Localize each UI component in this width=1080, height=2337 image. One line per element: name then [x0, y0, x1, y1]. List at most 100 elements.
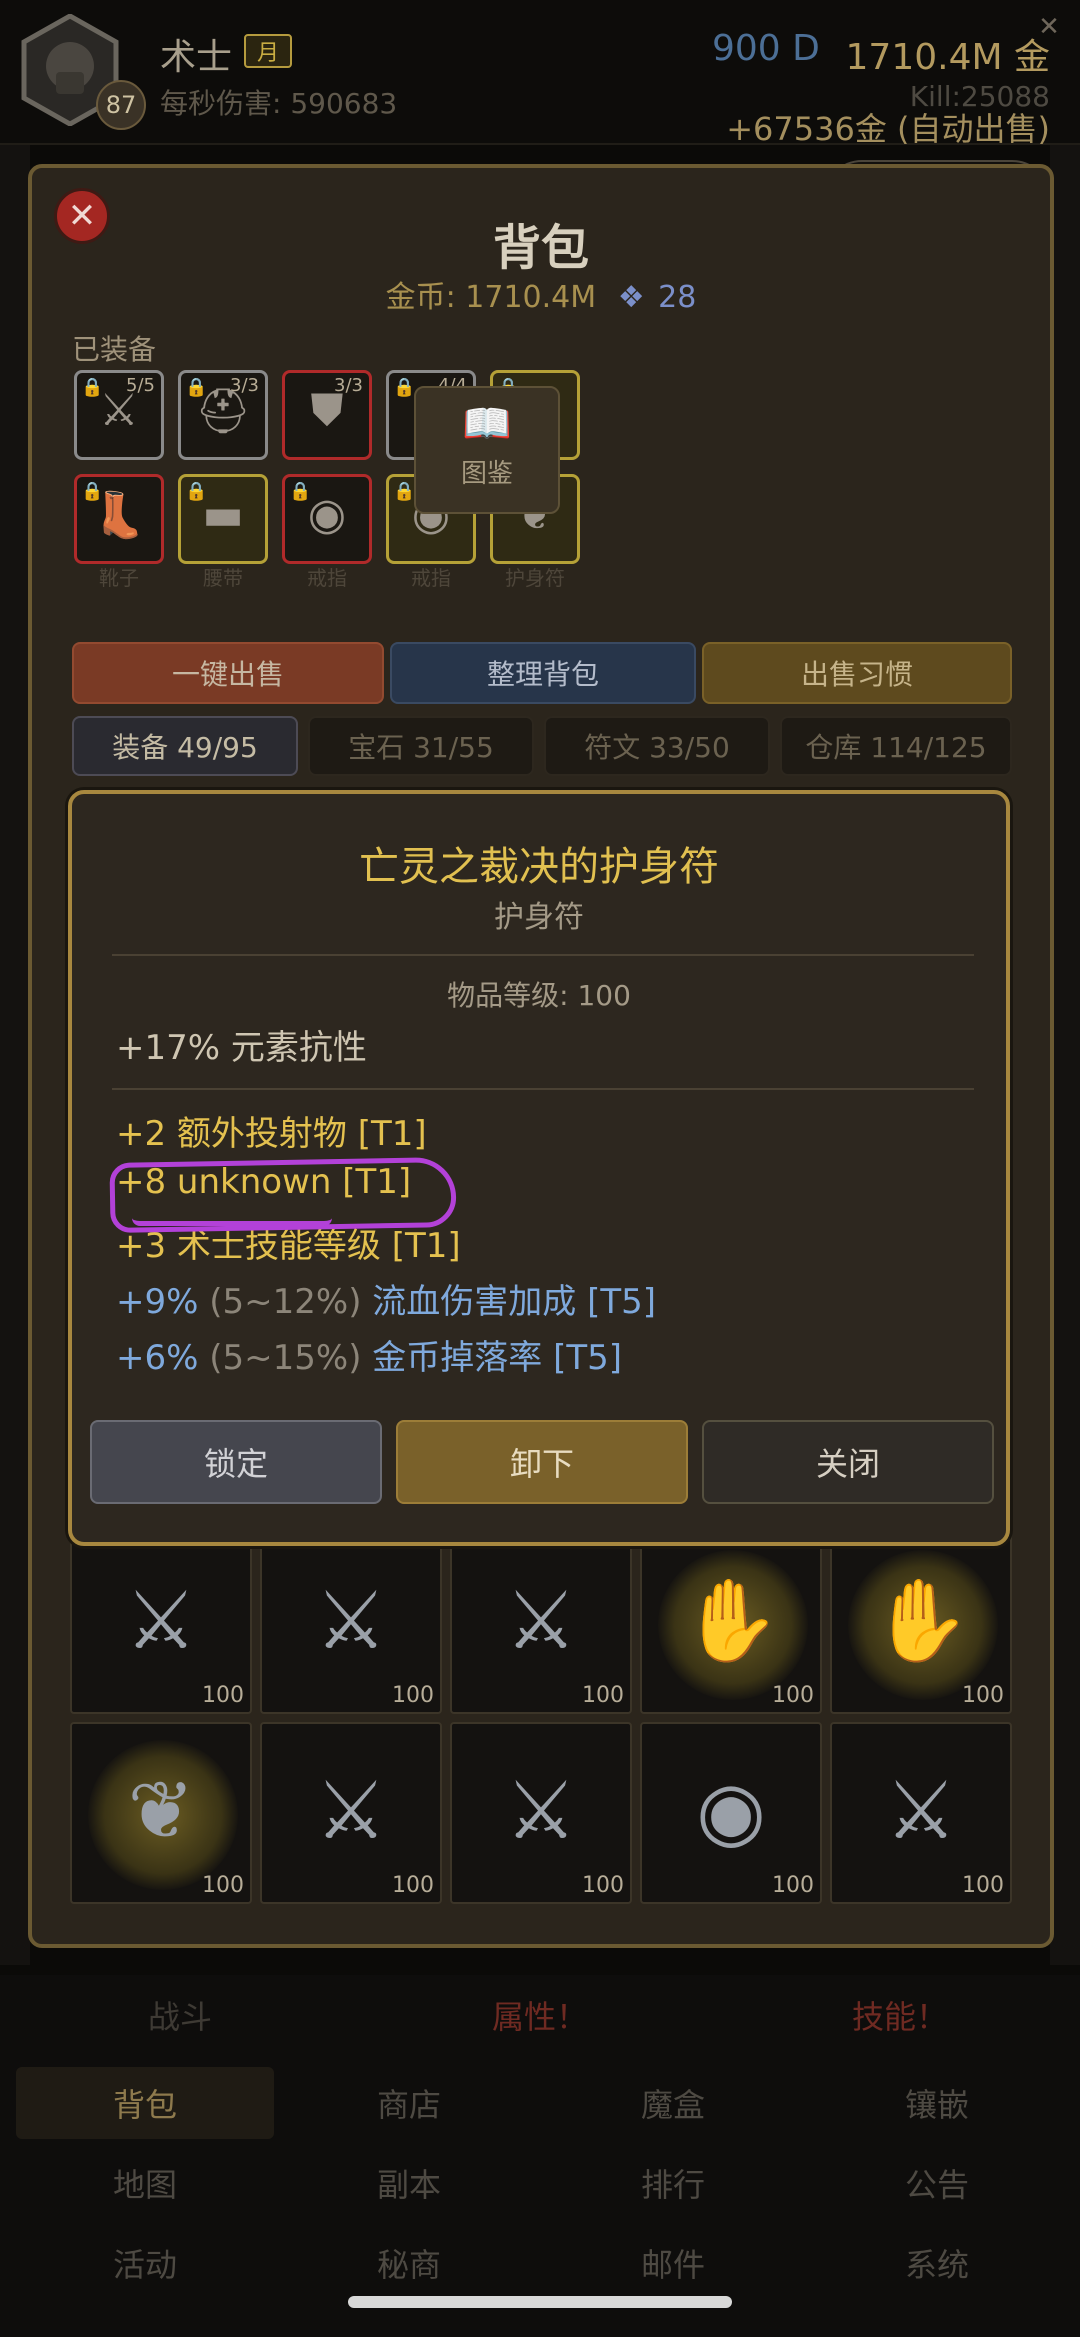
lock-icon: 🔒: [185, 377, 208, 398]
sword-icon: ⚔: [885, 1764, 957, 1857]
panel-gold: 金币: 1710.4M: [385, 280, 597, 315]
subtab-skills[interactable]: 技能！: [720, 1975, 1080, 2055]
nav-button[interactable]: 系统: [808, 2227, 1066, 2299]
divider: [112, 1088, 974, 1090]
nav-button[interactable]: 邮件: [544, 2227, 802, 2299]
sell-all-button[interactable]: 一键出售: [72, 642, 384, 704]
slot-name: 靴子: [99, 566, 139, 590]
dps-readout: 每秒伤害: 590683: [160, 87, 398, 120]
subtab-battle[interactable]: 战斗: [0, 1975, 360, 2055]
lock-icon: 🔒: [81, 481, 104, 502]
sort-bag-button[interactable]: 整理背包: [390, 642, 696, 704]
item-level-badge: 100: [582, 1873, 624, 1898]
inventory-slot[interactable]: ✋ 100: [640, 1532, 822, 1714]
nav-button[interactable]: 秘商: [280, 2227, 538, 2299]
item-tooltip: 亡灵之裁决的护身符 护身符 物品等级: 100 +17% 元素抗性 +2 额外投…: [68, 790, 1010, 1546]
codex-button[interactable]: 📖 图鉴: [414, 386, 560, 514]
nav-button[interactable]: 背包: [16, 2067, 274, 2139]
inventory-slot[interactable]: ✋ 100: [830, 1532, 1012, 1714]
slot-name: 护身符: [505, 566, 565, 590]
tab-gems[interactable]: 宝石 31/55: [308, 716, 534, 776]
close-icon[interactable]: ✕: [1034, 12, 1064, 42]
nav-button[interactable]: 副本: [280, 2147, 538, 2219]
sword-icon: ⚔: [505, 1574, 577, 1667]
subtab-attributes[interactable]: 属性！: [360, 1975, 720, 2055]
affix-line: +9% (5~12%) 流血伤害加成 [T5]: [116, 1274, 656, 1323]
inventory-slot[interactable]: ⚔ 100: [450, 1722, 632, 1904]
background-right: [1050, 145, 1080, 1965]
affix-line: +6% (5~15%) 金币掉落率 [T5]: [116, 1330, 622, 1379]
close-button[interactable]: 关闭: [702, 1420, 994, 1504]
bottom-navigation: 战斗 属性！ 技能！ 背包 商店 魔盒 镶嵌地图 副本 排行 公告活动 秘商 邮件 系统: [0, 1975, 1080, 2337]
panel-currency: 金币: 1710.4M ❖ 28: [32, 272, 1050, 316]
subtab-row: 战斗 属性！ 技能！: [0, 1975, 1080, 2055]
tab-storage[interactable]: 仓库 114/125: [780, 716, 1012, 776]
equipped-slot[interactable]: ▬ 🔒 腰带: [178, 474, 268, 590]
inventory-slot[interactable]: ⚔ 100: [830, 1722, 1012, 1904]
nav-button[interactable]: 排行: [544, 2147, 802, 2219]
slot-name: 戒指: [411, 566, 451, 590]
codex-label: 图鉴: [460, 459, 513, 489]
player-class-name: 术士: [160, 37, 233, 78]
equipped-slot[interactable]: 👢 🔒 靴子: [74, 474, 164, 590]
book-icon: 📖: [462, 401, 512, 447]
inventory-slot[interactable]: ⚔ 100: [260, 1722, 442, 1904]
affix-range: (5~15%): [209, 1338, 362, 1378]
nav-button[interactable]: 商店: [280, 2067, 538, 2139]
affix-range: (5~12%): [209, 1282, 362, 1322]
item-level-badge: 100: [392, 1873, 434, 1898]
inventory-slot[interactable]: ⚔ 100: [450, 1532, 632, 1714]
amulet-icon: ❦: [127, 1764, 195, 1857]
gloves-icon: ✋: [871, 1574, 971, 1667]
nav-button[interactable]: 魔盒: [544, 2067, 802, 2139]
panel-title: 背包: [492, 220, 589, 276]
affix-value: +6%: [116, 1338, 199, 1378]
top-status-bar: 87 术士 月 每秒伤害: 590683 900 D 1710.4M 金 Kil…: [0, 0, 1080, 148]
nav-button[interactable]: 地图: [16, 2147, 274, 2219]
inventory-slot[interactable]: ⚔ 100: [260, 1532, 442, 1714]
inventory-slot[interactable]: ⚔ 100: [70, 1532, 252, 1714]
equipped-slot[interactable]: ⛊ 3/3: [282, 370, 372, 460]
item-level-badge: 100: [582, 1683, 624, 1708]
equipped-label: 已装备: [72, 333, 157, 366]
handdrawn-highlight-stroke: [132, 1218, 332, 1226]
home-indicator[interactable]: [348, 2296, 732, 2308]
gem-icon: ❖: [617, 280, 645, 315]
item-level: 物品等级: 100: [447, 979, 631, 1012]
sell-habit-button[interactable]: 出售习惯: [702, 642, 1012, 704]
sword-icon: ⚔: [315, 1574, 387, 1667]
equipped-slot[interactable]: ⛑ 🔒 3/3: [178, 370, 268, 460]
nav-button[interactable]: 活动: [16, 2227, 274, 2299]
divider: [112, 954, 974, 956]
item-level-badge: 100: [202, 1873, 244, 1898]
auto-sell-readout: +67536金 (自动出售): [726, 110, 1050, 148]
nav-button[interactable]: 公告: [808, 2147, 1066, 2219]
gloves-icon: ✋: [681, 1574, 781, 1667]
affix-line: +2 额外投射物 [T1]: [116, 1114, 427, 1154]
equipped-slot[interactable]: ◉ 🔒 戒指: [282, 474, 372, 590]
item-type: 护身符: [494, 900, 584, 935]
unequip-button[interactable]: 卸下: [396, 1420, 688, 1504]
lock-icon: 🔒: [289, 481, 312, 502]
background-left: [0, 145, 30, 1965]
tab-runes[interactable]: 符文 33/50: [544, 716, 770, 776]
diamond-count: 900 D: [712, 28, 820, 69]
lock-button[interactable]: 锁定: [90, 1420, 382, 1504]
affix-text: 流血伤害加成 [T5]: [372, 1282, 657, 1322]
item-level-badge: 100: [772, 1873, 814, 1898]
nav-button[interactable]: 镶嵌: [808, 2067, 1066, 2139]
item-level-badge: 100: [962, 1683, 1004, 1708]
lock-icon: 🔒: [185, 481, 208, 502]
inventory-slot[interactable]: ❦ 100: [70, 1722, 252, 1904]
sword-icon: ⚔: [315, 1764, 387, 1857]
monthly-card-tag[interactable]: 月: [244, 34, 292, 68]
tab-equipment[interactable]: 装备 49/95: [72, 716, 298, 776]
inventory-slot[interactable]: ◉ 100: [640, 1722, 822, 1904]
slot-name: 戒指: [307, 566, 347, 590]
level-badge: 87: [96, 80, 146, 130]
affix-text: 金币掉落率 [T5]: [372, 1338, 623, 1378]
sword-icon: ⚔: [125, 1574, 197, 1667]
item-level-badge: 100: [962, 1873, 1004, 1898]
lock-icon: 🔒: [393, 377, 416, 398]
equipped-slot[interactable]: ⚔ 🔒 5/5: [74, 370, 164, 460]
